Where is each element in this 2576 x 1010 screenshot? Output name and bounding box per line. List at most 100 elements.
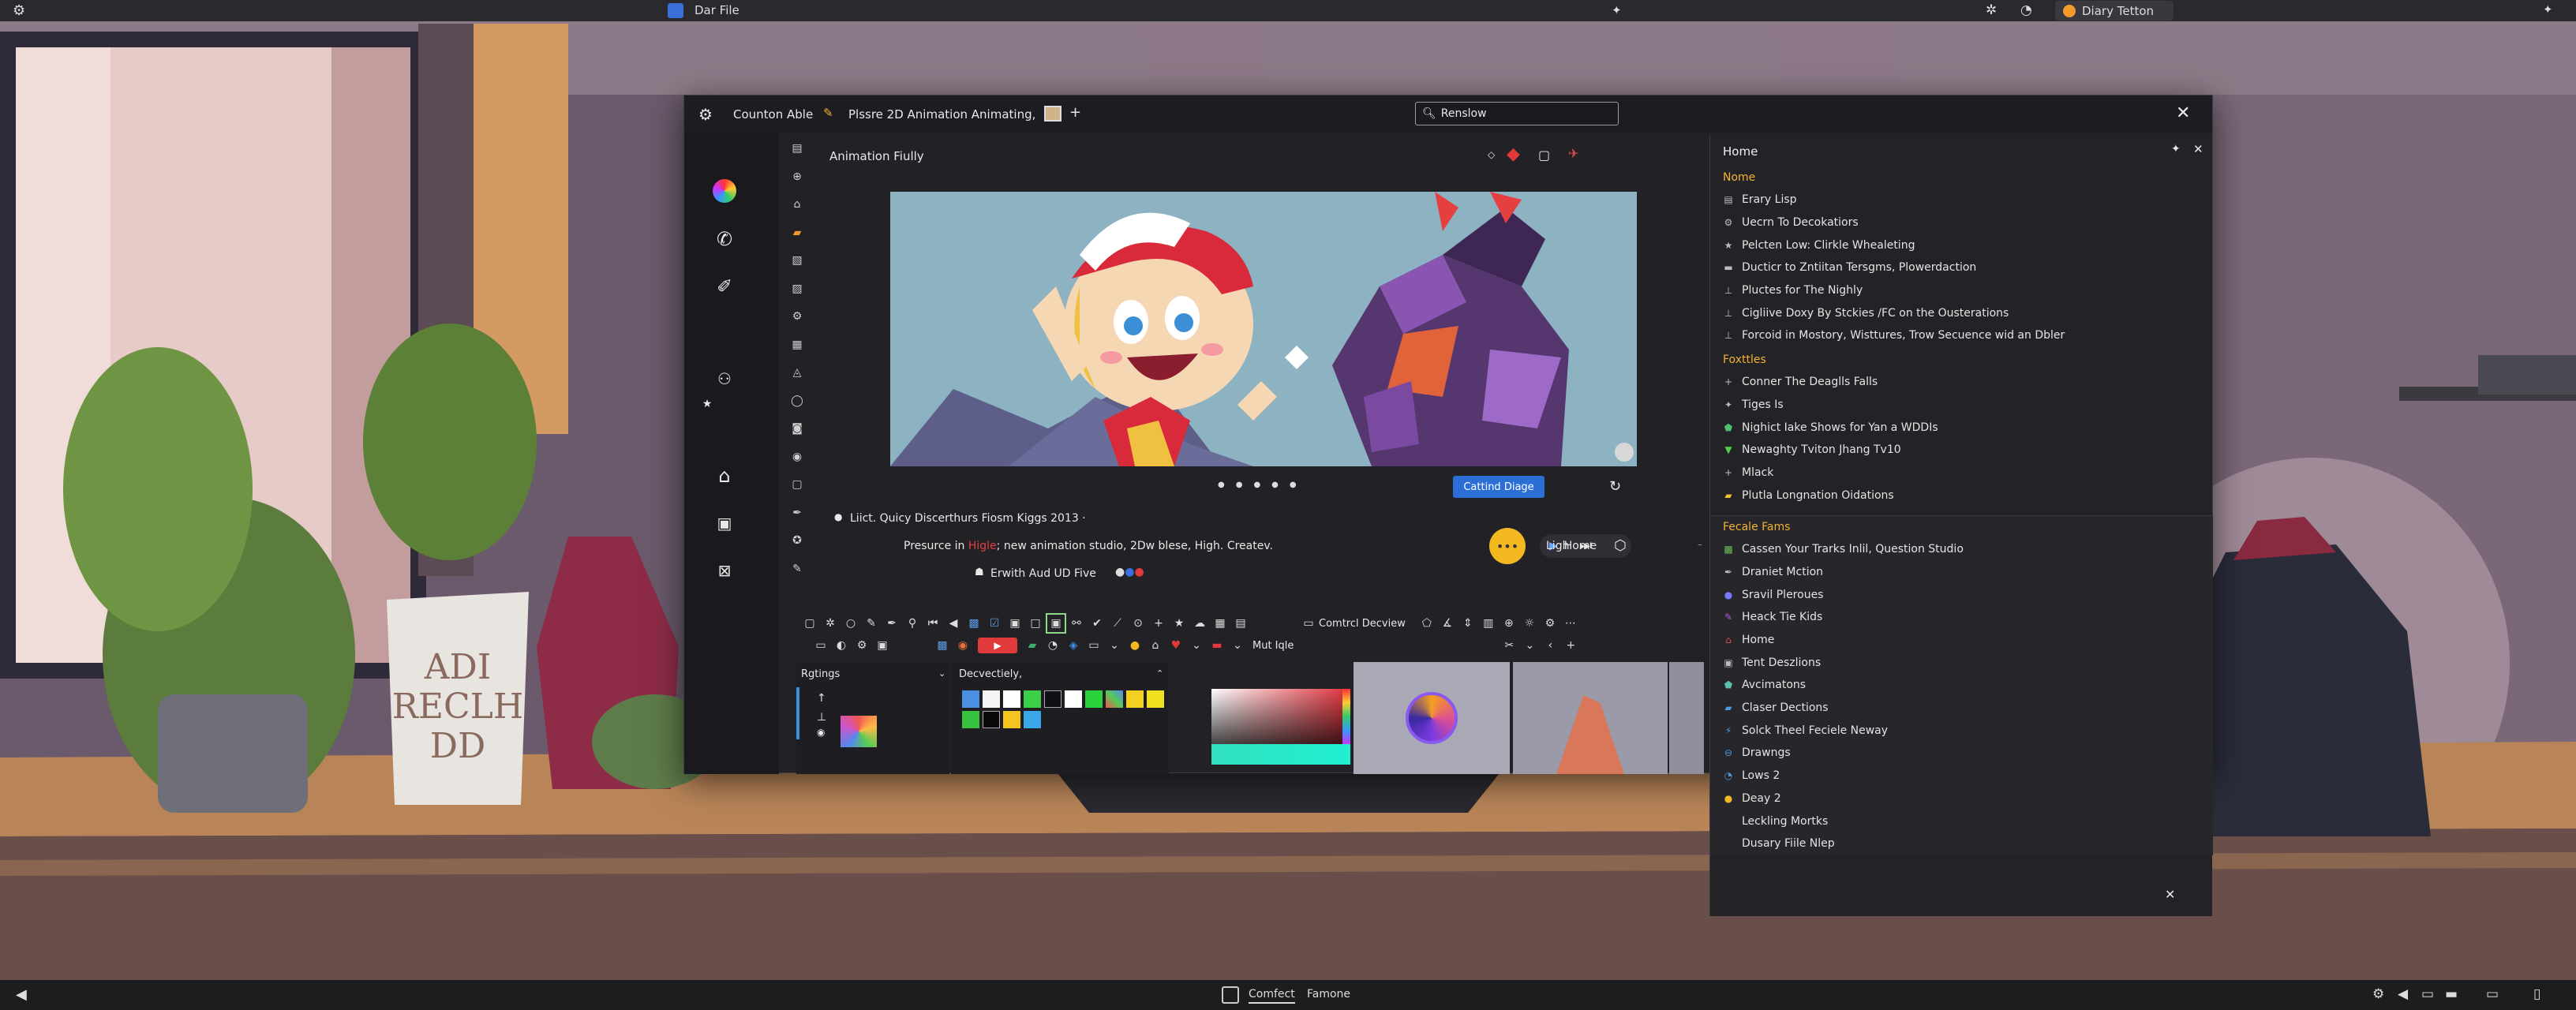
- list-item[interactable]: ✒ Draniet Mction: [1710, 561, 2213, 584]
- list-item[interactable]: ▩ Cassen Your Trarks Inlil, Question Stud…: [1710, 538, 2213, 561]
- tab-counton-able[interactable]: Counton Able: [733, 107, 813, 122]
- tb-table-icon[interactable]: ▤: [1230, 613, 1251, 634]
- tb-cog-icon[interactable]: ✲: [820, 613, 841, 634]
- rect-tool-icon[interactable]: ▢: [788, 476, 806, 493]
- tb-panel-icon[interactable]: ▥: [1478, 613, 1499, 634]
- tb-cloud-icon[interactable]: ☁: [1189, 613, 1210, 634]
- box-icon[interactable]: ⬡: [1614, 537, 1627, 554]
- tb-grid-icon[interactable]: ▦: [1210, 613, 1230, 634]
- tb2-fill-icon[interactable]: ◐: [831, 635, 852, 656]
- canvas-diamond-icon[interactable]: ◆: [1507, 144, 1520, 164]
- tb-target-icon[interactable]: ⊙: [1128, 613, 1148, 634]
- tb2-green-icon[interactable]: ▰: [1022, 635, 1043, 656]
- tb2-red-button[interactable]: ▶: [978, 638, 1017, 653]
- fill-tool-icon[interactable]: ✪: [788, 532, 806, 549]
- right-panel-pin-icon[interactable]: ✦: [2171, 143, 2181, 155]
- swatch-multi[interactable]: [1106, 690, 1123, 708]
- tb2-monitor2-icon[interactable]: ▭: [1084, 635, 1104, 656]
- gradient-picker[interactable]: [1211, 689, 1350, 765]
- canvas-pin-icon[interactable]: ✈: [1568, 146, 1578, 161]
- color-wheel-thumb[interactable]: [1354, 662, 1510, 774]
- tools-icon[interactable]: ✐: [713, 275, 736, 298]
- list-item[interactable]: ✎ Heack Tie Kids: [1710, 606, 2213, 629]
- settings-panel-chevron-icon[interactable]: ⌄: [938, 668, 945, 679]
- list-item[interactable]: + Mlack: [1710, 462, 2213, 484]
- home-icon[interactable]: ⌂: [713, 464, 736, 488]
- app-gear-icon[interactable]: ⚙: [698, 105, 713, 124]
- tb-plus-icon[interactable]: +: [1148, 613, 1169, 634]
- list-item[interactable]: ▼ Newaghty Tviton Jhang Tv10: [1710, 439, 2213, 462]
- tb-zoom-icon[interactable]: ⊕: [1499, 613, 1519, 634]
- taskbar-app-icon[interactable]: [1222, 986, 1239, 1004]
- chat-tool-icon[interactable]: ◯: [788, 392, 806, 410]
- hue-slider[interactable]: [1342, 689, 1350, 744]
- tb2-save-icon[interactable]: ▣: [872, 635, 893, 656]
- tray-window-icon[interactable]: ▭: [2486, 986, 2499, 1002]
- back-arrow-icon[interactable]: ◀: [16, 986, 27, 1003]
- list-item[interactable]: Dusary Fiile Nlep: [1710, 832, 2213, 855]
- tb-angle-icon[interactable]: ∡: [1437, 613, 1458, 634]
- extra-thumb[interactable]: [1669, 662, 1704, 774]
- swatch-dark[interactable]: [1044, 690, 1061, 708]
- list-item[interactable]: ⊥ Forcoid in Mostory, Wisttures, Trow Sec…: [1710, 324, 2213, 347]
- window-close-icon[interactable]: ✕: [2176, 103, 2190, 123]
- list-item[interactable]: ◔ Lows 2: [1710, 765, 2213, 787]
- tb-pen-icon[interactable]: ✒: [882, 613, 902, 634]
- export-icon[interactable]: ⊠: [713, 559, 736, 582]
- zoom-tool-icon[interactable]: ⊕: [788, 168, 806, 185]
- frame-dots[interactable]: ●●●●●: [1218, 481, 1308, 489]
- list-item[interactable]: ⊖ Drawngs: [1710, 742, 2213, 765]
- control-view-label[interactable]: Comtrcl Decview: [1319, 618, 1406, 630]
- object-thumb[interactable]: [1513, 662, 1668, 774]
- tb-shape-icon[interactable]: ⬠: [1417, 613, 1437, 634]
- tb2-chevron-icon[interactable]: ⌄: [1104, 635, 1125, 656]
- top-right-pin-icon[interactable]: ✦: [2543, 2, 2553, 17]
- tb2-gear-icon[interactable]: ⚙: [852, 635, 872, 656]
- list-item[interactable]: ✦ Tiges Is: [1710, 394, 2213, 417]
- swatch-white[interactable]: [983, 690, 1000, 708]
- bell-tool-icon[interactable]: ◬: [788, 364, 806, 381]
- tb2-tools-icon[interactable]: ✂: [1499, 635, 1519, 656]
- canvas-square-icon[interactable]: ▢: [1538, 148, 1550, 163]
- grid-tool-icon[interactable]: ▦: [788, 336, 806, 354]
- home-tool-icon[interactable]: ⌂: [788, 196, 806, 213]
- swatch-white3[interactable]: [1065, 690, 1082, 708]
- tb-more-icon[interactable]: ⋯: [1560, 613, 1581, 634]
- tb-rewind-icon[interactable]: ⏮: [923, 613, 943, 634]
- tb2-back-icon[interactable]: ‹: [1540, 635, 1560, 656]
- tb-circle-icon[interactable]: ○: [841, 613, 861, 634]
- tb-sun-icon[interactable]: ☼: [1519, 613, 1540, 634]
- list-item[interactable]: ● Sravil Pleroues: [1710, 583, 2213, 606]
- tb2-chevron3-icon[interactable]: ⌄: [1227, 635, 1248, 656]
- taskbar-item-famone[interactable]: Famone: [1307, 988, 1350, 1001]
- list-item[interactable]: ▰ Claser Dections: [1710, 697, 2213, 720]
- primary-action-button[interactable]: Cattind Diage: [1453, 476, 1544, 498]
- right-panel-close-icon[interactable]: ✕: [2193, 142, 2203, 156]
- tb-settings-icon[interactable]: ⚙: [1540, 613, 1560, 634]
- color-wheel-icon[interactable]: [713, 179, 736, 203]
- tb2-image-icon[interactable]: ▩: [932, 635, 953, 656]
- tray-battery-icon[interactable]: ▬: [2445, 986, 2458, 1002]
- search-input[interactable]: Renslow: [1441, 107, 1487, 120]
- swatch-green[interactable]: [1024, 690, 1041, 708]
- swatch-yellow2[interactable]: [1147, 690, 1164, 708]
- list-item[interactable]: ⌂ Home: [1710, 629, 2213, 652]
- tray-notification-icon[interactable]: ▯: [2533, 986, 2540, 1002]
- tray-gear-icon[interactable]: ⚙: [2372, 986, 2384, 1002]
- tb2-blue-icon[interactable]: ◈: [1063, 635, 1084, 656]
- swatch-green2[interactable]: [1085, 690, 1103, 708]
- swatches-panel-chevron-icon[interactable]: ⌃: [1156, 668, 1163, 679]
- tb2-add-icon[interactable]: +: [1560, 635, 1581, 656]
- tb-back-icon[interactable]: ◀: [943, 613, 964, 634]
- tb2-monitor-icon[interactable]: ▭: [811, 635, 831, 656]
- list-item[interactable]: ⊥ Cigliive Doxy By Stckies /FC on the Ous…: [1710, 301, 2213, 324]
- tb-white-icon[interactable]: □: [1025, 613, 1046, 634]
- search-box[interactable]: 🔍︎ Renslow: [1415, 102, 1619, 125]
- swatch-sky[interactable]: [1024, 711, 1041, 728]
- swatch-green3[interactable]: [962, 711, 979, 728]
- new-tab-plus-icon[interactable]: +: [1069, 104, 1081, 121]
- tb-frame-icon[interactable]: ▣: [1005, 613, 1025, 634]
- tray-volume-icon[interactable]: ◀: [2398, 986, 2408, 1002]
- tb-check-icon[interactable]: ☑: [984, 613, 1005, 634]
- settings-icon[interactable]: ✲: [1986, 2, 1997, 18]
